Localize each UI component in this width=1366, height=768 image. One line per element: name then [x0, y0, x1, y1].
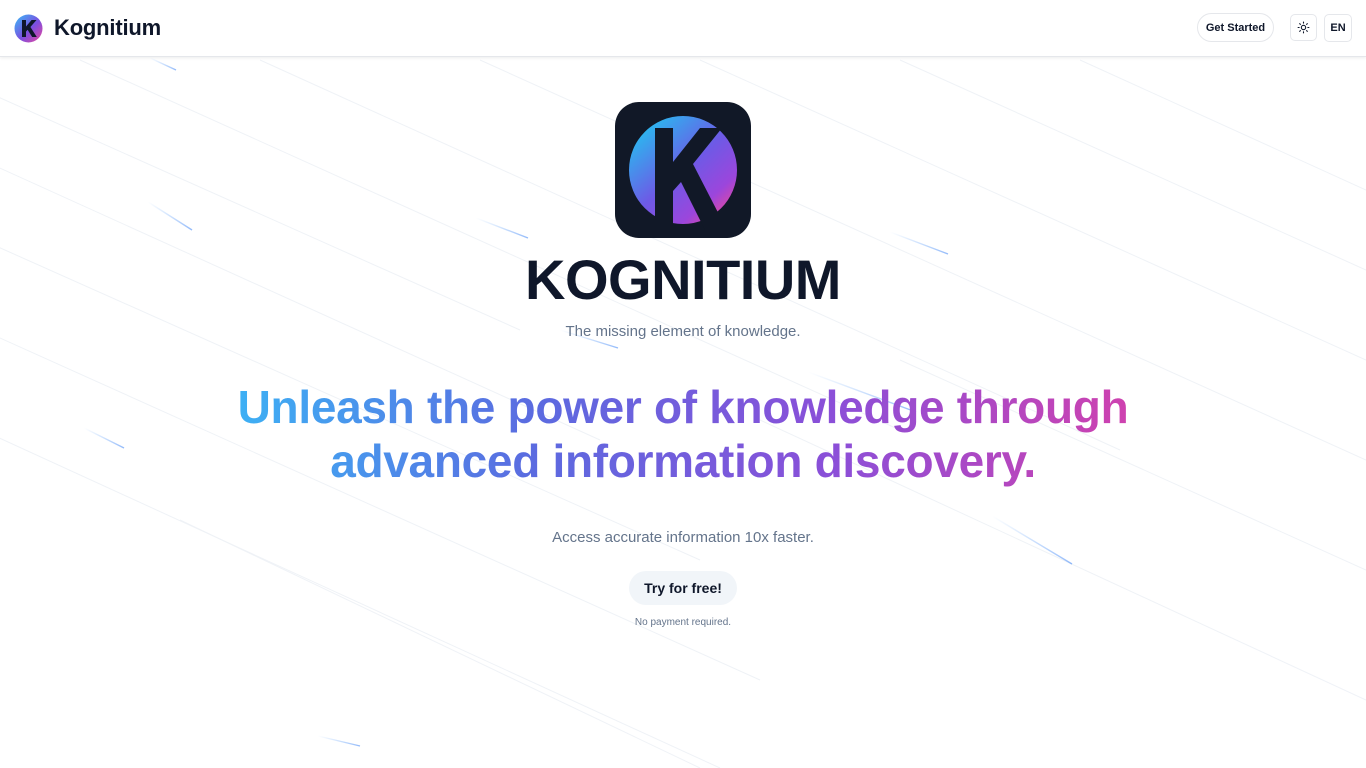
hero-headline: Unleash the power of knowledge through a… — [183, 380, 1183, 488]
sun-icon — [1297, 21, 1310, 34]
kognitium-logo-icon — [14, 14, 43, 42]
landing-page: Kognitium Get Started EN KOGNITIUM The m… — [0, 0, 1366, 768]
theme-toggle-button[interactable] — [1290, 14, 1317, 41]
get-started-button[interactable]: Get Started — [1197, 13, 1274, 42]
kognitium-logo-icon — [615, 102, 751, 238]
brand-name: Kognitium — [54, 15, 161, 40]
brand-link[interactable]: Kognitium — [14, 13, 161, 43]
hero-section: KOGNITIUM The missing element of knowled… — [0, 0, 1366, 768]
hero-tagline: The missing element of knowledge. — [565, 323, 801, 340]
top-navbar: Kognitium Get Started EN — [0, 0, 1366, 57]
no-payment-note: No payment required. — [634, 617, 732, 628]
try-for-free-button[interactable]: Try for free! — [629, 571, 737, 605]
hero-title: KOGNITIUM — [525, 248, 841, 311]
hero-subtext: Access accurate information 10x faster. — [552, 529, 814, 546]
language-selector-button[interactable]: EN — [1324, 14, 1352, 42]
